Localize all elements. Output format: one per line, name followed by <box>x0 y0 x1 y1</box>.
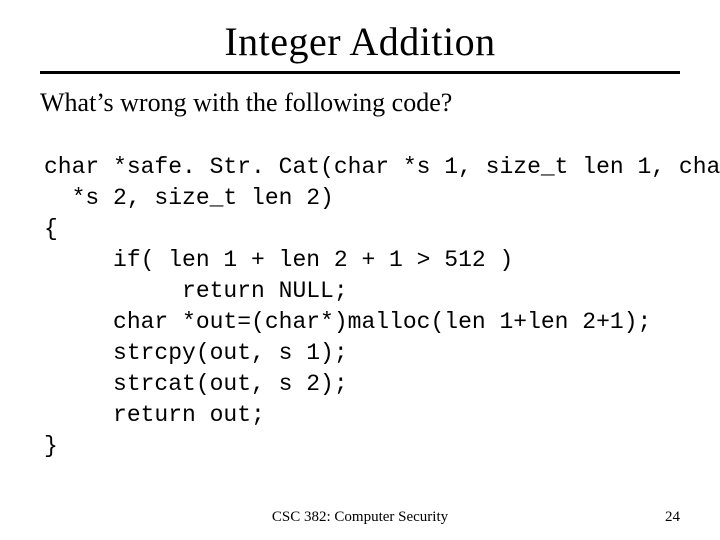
code-line: strcat(out, s 2); <box>44 371 348 397</box>
code-line: if( len 1 + len 2 + 1 > 512 ) <box>44 247 513 273</box>
code-line: } <box>44 433 58 459</box>
footer-page-number: 24 <box>665 509 680 526</box>
title-rule <box>40 71 680 74</box>
code-block: char *safe. Str. Cat(char *s 1, size_t l… <box>44 152 680 462</box>
code-line: return out; <box>44 402 265 428</box>
code-line: strcpy(out, s 1); <box>44 340 348 366</box>
code-line: *s 2, size_t len 2) <box>44 185 334 211</box>
footer-course: CSC 382: Computer Security <box>0 509 720 526</box>
code-line: return NULL; <box>44 278 348 304</box>
code-line: char *safe. Str. Cat(char *s 1, size_t l… <box>44 154 720 180</box>
question-text: What’s wrong with the following code? <box>40 88 680 118</box>
slide-title: Integer Addition <box>40 18 680 65</box>
slide: Integer Addition What’s wrong with the f… <box>0 0 720 540</box>
code-line: char *out=(char*)malloc(len 1+len 2+1); <box>44 309 651 335</box>
code-line: { <box>44 216 58 242</box>
